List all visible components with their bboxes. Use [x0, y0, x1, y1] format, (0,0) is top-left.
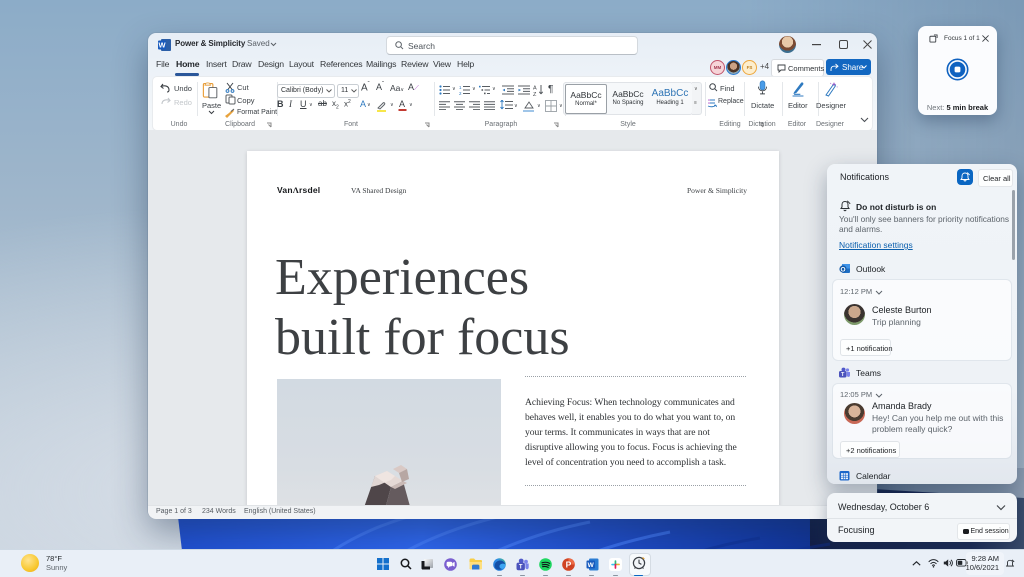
svg-text:1: 1 — [459, 85, 462, 90]
svg-text:A: A — [533, 86, 537, 92]
svg-text:Z: Z — [533, 92, 537, 96]
svg-text:P: P — [566, 560, 572, 570]
svg-text:W: W — [158, 41, 166, 50]
svg-text:A: A — [399, 99, 405, 109]
svg-text:W: W — [588, 562, 595, 569]
svg-text:2: 2 — [459, 91, 462, 95]
svg-text:T: T — [519, 564, 523, 570]
svg-text:O: O — [840, 266, 845, 273]
